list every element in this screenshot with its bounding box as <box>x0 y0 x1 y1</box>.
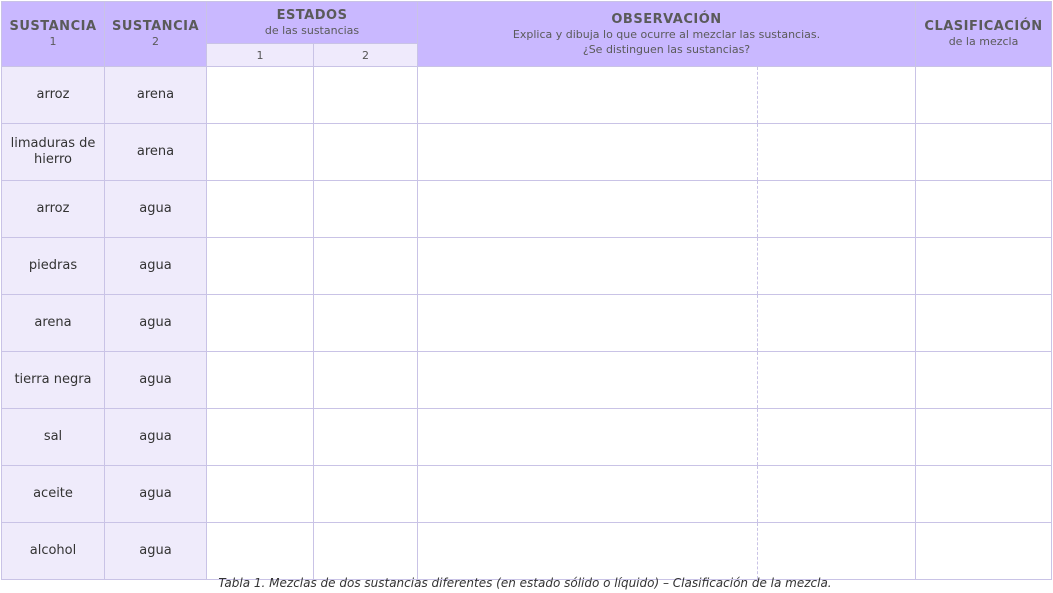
substance-2-cell: agua <box>104 237 207 295</box>
substance-1-cell: aceite <box>1 465 105 523</box>
observation-cell[interactable] <box>417 180 758 238</box>
observation-cell[interactable] <box>417 123 758 181</box>
state-2-cell[interactable] <box>313 237 418 295</box>
header-observation-instruction: Explica y dibuja lo que ocurre al mezcla… <box>512 27 821 41</box>
table-row: limaduras de hierro arena <box>1 123 1053 181</box>
mixtures-table: SUSTANCIA 1 SUSTANCIA 2 ESTADOS de las s… <box>1 1 1053 580</box>
substance-2-cell: agua <box>104 408 207 466</box>
observation-cell[interactable] <box>417 66 758 124</box>
observation-drawing-cell[interactable] <box>756 294 917 352</box>
state-2-cell[interactable] <box>313 465 418 523</box>
classification-cell[interactable] <box>915 351 1053 409</box>
table-row: sal agua <box>1 408 1053 466</box>
observation-drawing-cell[interactable] <box>756 522 917 580</box>
classification-cell[interactable] <box>915 294 1053 352</box>
classification-cell[interactable] <box>915 408 1053 466</box>
table-row: piedras agua <box>1 237 1053 295</box>
header-classification-subtitle: de la mezcla <box>948 35 1019 48</box>
header-observation-title: OBSERVACIÓN <box>611 11 722 27</box>
header-substance-1-number: 1 <box>49 35 57 48</box>
observation-cell[interactable] <box>417 351 758 409</box>
classification-cell[interactable] <box>915 66 1053 124</box>
observation-drawing-cell[interactable] <box>756 123 917 181</box>
header-substance-2: SUSTANCIA 2 <box>104 1 207 67</box>
substance-1-cell: sal <box>1 408 105 466</box>
state-1-cell[interactable] <box>206 66 314 124</box>
state-1-cell[interactable] <box>206 180 314 238</box>
observation-cell[interactable] <box>417 465 758 523</box>
table-row: tierra negra agua <box>1 351 1053 409</box>
substance-1-cell: limaduras de hierro <box>1 123 105 181</box>
substance-1-cell: alcohol <box>1 522 105 580</box>
header-observation: OBSERVACIÓN Explica y dibuja lo que ocur… <box>416 1 917 67</box>
substance-2-cell: agua <box>104 351 207 409</box>
substance-1-cell: piedras <box>1 237 105 295</box>
state-2-cell[interactable] <box>313 180 418 238</box>
state-1-cell[interactable] <box>206 465 314 523</box>
observation-drawing-cell[interactable] <box>756 180 917 238</box>
classification-cell[interactable] <box>915 465 1053 523</box>
state-2-cell[interactable] <box>313 123 418 181</box>
substance-1-cell: arena <box>1 294 105 352</box>
header-states-title: ESTADOS <box>276 7 348 23</box>
state-1-cell[interactable] <box>206 123 314 181</box>
header-classification: CLASIFICACIÓN de la mezcla <box>915 1 1053 67</box>
state-2-cell[interactable] <box>313 351 418 409</box>
header-substance-2-number: 2 <box>152 35 159 48</box>
substance-2-cell: agua <box>104 180 207 238</box>
classification-cell[interactable] <box>915 123 1053 181</box>
header-substance-1-title: SUSTANCIA <box>9 19 97 34</box>
header-state-2: 2 <box>313 43 418 67</box>
observation-drawing-cell[interactable] <box>756 66 917 124</box>
table-caption: Tabla 1. Mezclas de dos sustancias difer… <box>218 576 832 590</box>
classification-cell[interactable] <box>915 522 1053 580</box>
substance-2-cell: agua <box>104 465 207 523</box>
state-2-cell[interactable] <box>313 294 418 352</box>
observation-drawing-cell[interactable] <box>756 237 917 295</box>
substance-2-cell: agua <box>104 294 207 352</box>
table-row: arena agua <box>1 294 1053 352</box>
table-row: alcohol agua <box>1 522 1053 580</box>
header-state-1: 1 <box>206 43 314 67</box>
substance-2-cell: arena <box>104 123 207 181</box>
header-substance-2-title: SUSTANCIA <box>111 19 200 34</box>
observation-cell[interactable] <box>417 294 758 352</box>
header-states-subtitle: de las sustancias <box>264 23 360 37</box>
substance-1-cell: arroz <box>1 66 105 124</box>
observation-cell[interactable] <box>417 522 758 580</box>
classification-cell[interactable] <box>915 180 1053 238</box>
header-classification-title: CLASIFICACIÓN <box>924 19 1043 34</box>
header-observation-question: ¿Se distinguen las sustancias? <box>582 42 751 56</box>
observation-cell[interactable] <box>417 408 758 466</box>
observation-drawing-cell[interactable] <box>756 408 917 466</box>
state-2-cell[interactable] <box>313 522 418 580</box>
substance-1-cell: arroz <box>1 180 105 238</box>
state-1-cell[interactable] <box>206 294 314 352</box>
classification-cell[interactable] <box>915 237 1053 295</box>
state-1-cell[interactable] <box>206 351 314 409</box>
observation-drawing-cell[interactable] <box>756 465 917 523</box>
header-substance-1: SUSTANCIA 1 <box>1 1 105 67</box>
observation-drawing-cell[interactable] <box>756 351 917 409</box>
table-row: aceite agua <box>1 465 1053 523</box>
state-1-cell[interactable] <box>206 408 314 466</box>
substance-1-cell: tierra negra <box>1 351 105 409</box>
state-1-cell[interactable] <box>206 522 314 580</box>
substance-2-cell: arena <box>104 66 207 124</box>
table-row: arroz arena <box>1 66 1053 124</box>
observation-cell[interactable] <box>417 237 758 295</box>
table-row: arroz agua <box>1 180 1053 238</box>
substance-2-cell: agua <box>104 522 207 580</box>
header-states: ESTADOS de las sustancias <box>206 1 418 44</box>
mixtures-table-container: SUSTANCIA 1 SUSTANCIA 2 ESTADOS de las s… <box>1 1 1053 580</box>
state-2-cell[interactable] <box>313 66 418 124</box>
state-2-cell[interactable] <box>313 408 418 466</box>
state-1-cell[interactable] <box>206 237 314 295</box>
